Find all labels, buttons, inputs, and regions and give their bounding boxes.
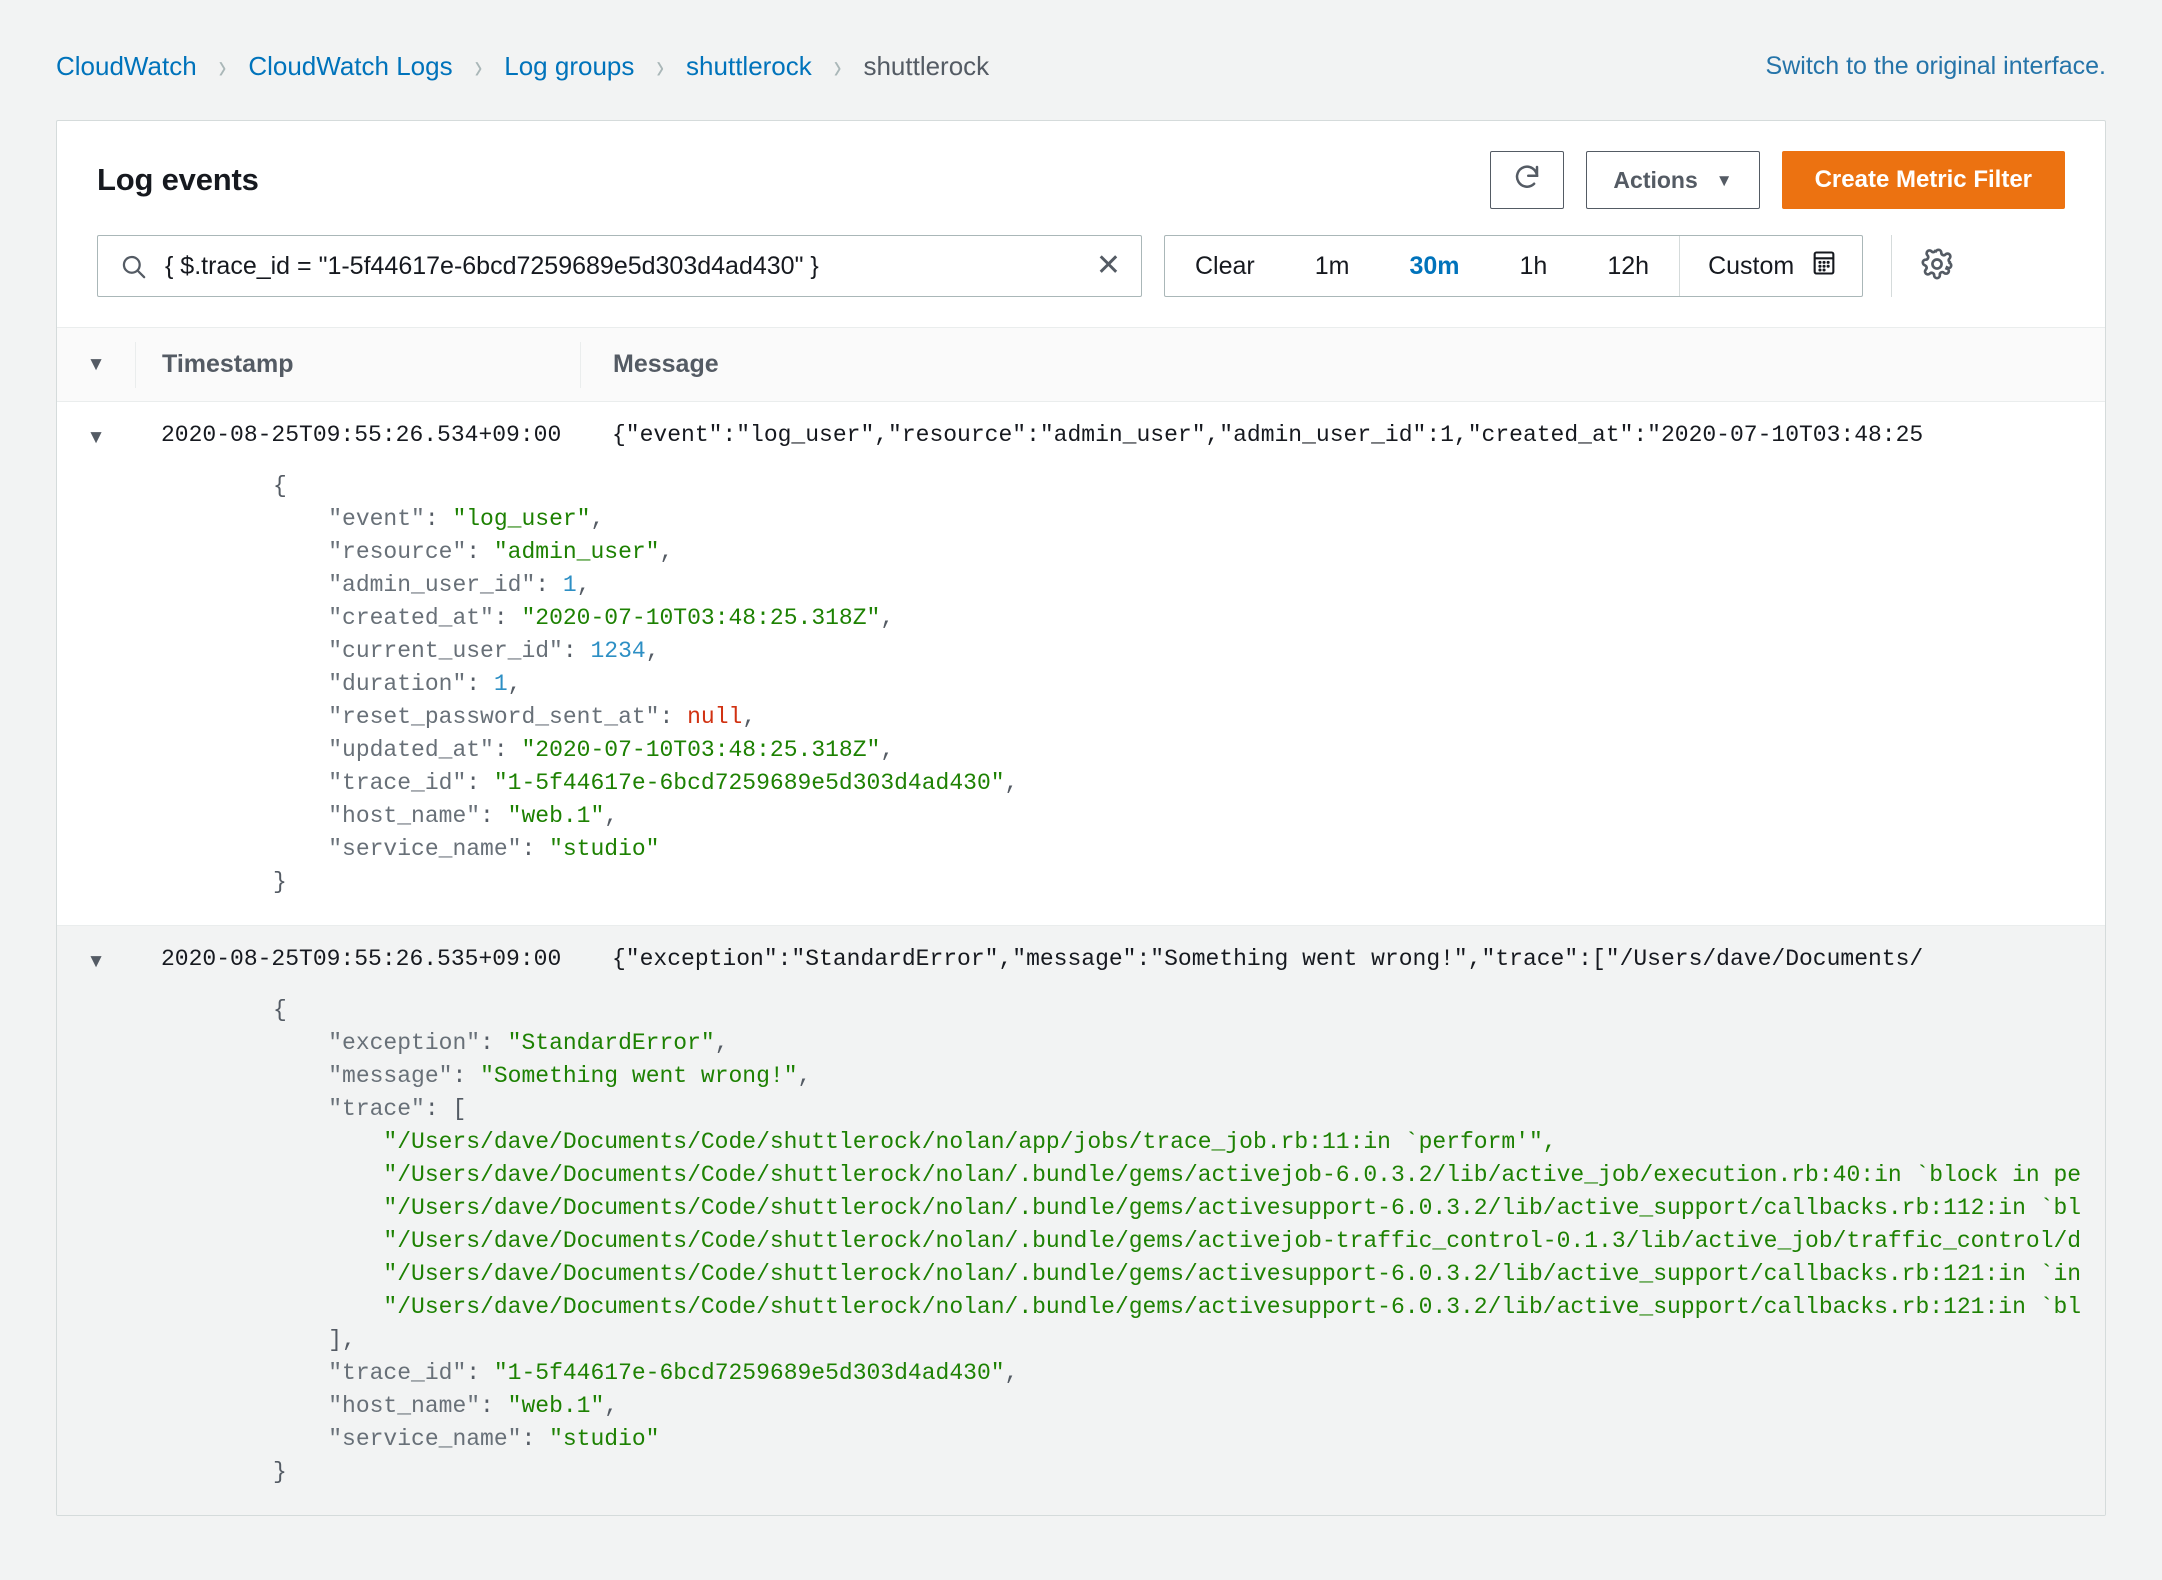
log-event-summary[interactable]: ▼ 2020-08-25T09:55:26.535+09:00 {"except… xyxy=(57,926,2105,972)
message-column-label: Message xyxy=(613,350,719,378)
search-icon xyxy=(120,253,147,280)
json-field-exception: "exception": "StandardError", xyxy=(328,1030,729,1056)
expand-all-toggle[interactable]: ▼ xyxy=(57,355,135,374)
table-row: ▼ 2020-08-25T09:55:26.535+09:00 {"except… xyxy=(57,926,2105,1515)
chevron-down-icon: ▼ xyxy=(86,427,106,448)
page-title: Log events xyxy=(97,162,259,197)
breadcrumb-item-shuttlerock[interactable]: shuttlerock xyxy=(686,51,812,82)
json-field-created_at: "created_at": "2020-07-10T03:48:25.318Z"… xyxy=(328,605,895,631)
json-field-updated_at: "updated_at": "2020-07-10T03:48:25.318Z"… xyxy=(328,737,895,763)
breadcrumb-item-cloudwatch[interactable]: CloudWatch xyxy=(56,51,197,82)
log-event-json-2: { "exception": "StandardError", "message… xyxy=(57,972,2105,1515)
time-range-1m[interactable]: 1m xyxy=(1285,236,1380,296)
calendar-icon xyxy=(1810,249,1838,284)
time-range-custom[interactable]: Custom xyxy=(1679,236,1862,296)
json-field-service_name: "service_name": "studio" xyxy=(328,1426,660,1452)
search-value: { $.trace_id = "1-5f44617e-6bcd7259689e5… xyxy=(165,251,819,280)
log-events-panel: Log events Actions ▼ Create Metric Filte… xyxy=(56,120,2106,1516)
search-input[interactable]: { $.trace_id = "1-5f44617e-6bcd7259689e5… xyxy=(97,235,1142,297)
breadcrumb-item-cloudwatch-logs[interactable]: CloudWatch Logs xyxy=(248,51,452,82)
json-trace-close: ], xyxy=(328,1327,356,1353)
json-trace-line: "/Users/dave/Documents/Code/shuttlerock/… xyxy=(383,1228,2082,1254)
breadcrumb-separator: › xyxy=(656,45,665,85)
log-events-table: ▼ Timestamp Message ▼ 2020-08-25T09:55:2… xyxy=(57,327,2105,1515)
custom-label: Custom xyxy=(1708,251,1795,280)
json-field-reset_password_sent_at: "reset_password_sent_at": null, xyxy=(328,704,757,730)
json-trace-line: "/Users/dave/Documents/Code/shuttlerock/… xyxy=(383,1261,2082,1287)
time-range-1h[interactable]: 1h xyxy=(1490,236,1578,296)
expand-row-toggle[interactable]: ▼ xyxy=(57,422,135,447)
json-field-trace_id: "trace_id": "1-5f44617e-6bcd7259689e5d30… xyxy=(328,1360,1019,1386)
json-field-event: "event": "log_user", xyxy=(328,506,605,532)
breadcrumb: CloudWatch › CloudWatch Logs › Log groups › sh… xyxy=(56,46,990,85)
column-header-message[interactable]: Message xyxy=(580,341,2105,388)
time-range-selector: Clear 1m 30m 1h 12h Custom xyxy=(1164,235,1864,297)
json-field-trace_id: "trace_id": "1-5f44617e-6bcd7259689e5d30… xyxy=(328,770,1019,796)
json-trace-line: "/Users/dave/Documents/Code/shuttlerock/… xyxy=(383,1129,1557,1155)
refresh-button[interactable] xyxy=(1490,151,1565,209)
breadcrumb-separator: › xyxy=(218,45,227,85)
json-field-trace: "trace": [ xyxy=(328,1096,467,1122)
create-metric-filter-button[interactable]: Create Metric Filter xyxy=(1781,151,2065,209)
table-header-row: ▼ Timestamp Message xyxy=(57,328,2105,402)
chevron-down-icon: ▼ xyxy=(86,951,106,972)
json-close-brace: } xyxy=(273,1459,287,1485)
settings-button[interactable] xyxy=(1920,247,1954,286)
expand-row-toggle[interactable]: ▼ xyxy=(57,946,135,971)
json-field-host_name: "host_name": "web.1", xyxy=(328,803,619,829)
time-range-30m[interactable]: 30m xyxy=(1379,236,1489,296)
json-trace-line: "/Users/dave/Documents/Code/shuttlerock/… xyxy=(383,1195,2082,1221)
top-bar: CloudWatch › CloudWatch Logs › Log groups › sh… xyxy=(0,0,2162,92)
breadcrumb-separator: › xyxy=(833,45,842,85)
refresh-icon xyxy=(1512,162,1542,198)
json-field-service_name: "service_name": "studio" xyxy=(328,836,660,862)
clear-search-icon[interactable]: ✕ xyxy=(1086,251,1121,281)
json-close-brace: } xyxy=(273,869,287,895)
json-open-brace: { xyxy=(273,473,287,499)
gear-icon xyxy=(1920,247,1954,286)
toolbar-divider xyxy=(1891,235,1893,297)
column-header-timestamp[interactable]: Timestamp xyxy=(135,341,580,388)
panel-header-actions: Actions ▼ Create Metric Filter xyxy=(1490,151,2065,209)
filter-row: { $.trace_id = "1-5f44617e-6bcd7259689e5… xyxy=(57,235,2105,327)
json-field-admin_user_id: "admin_user_id": 1, xyxy=(328,572,591,598)
breadcrumb-item-log-groups[interactable]: Log groups xyxy=(504,51,634,82)
json-field-current_user_id: "current_user_id": 1234, xyxy=(328,638,660,664)
time-range-12h[interactable]: 12h xyxy=(1577,236,1679,296)
log-event-message: {"exception":"StandardError","message":"… xyxy=(612,946,1924,972)
timestamp-column-label: Timestamp xyxy=(162,350,294,378)
json-trace-line: "/Users/dave/Documents/Code/shuttlerock/… xyxy=(383,1162,2082,1188)
breadcrumb-separator: › xyxy=(474,45,483,85)
json-field-duration: "duration": 1, xyxy=(328,671,522,697)
log-event-timestamp: 2020-08-25T09:55:26.535+09:00 xyxy=(161,946,562,972)
json-field-message: "message": "Something went wrong!", xyxy=(328,1063,812,1089)
json-field-host_name: "host_name": "web.1", xyxy=(328,1393,619,1419)
log-event-timestamp: 2020-08-25T09:55:26.534+09:00 xyxy=(161,422,562,448)
chevron-down-icon: ▼ xyxy=(1715,170,1733,190)
chevron-down-icon: ▼ xyxy=(86,354,106,375)
json-field-resource: "resource": "admin_user", xyxy=(328,539,674,565)
log-event-message: {"event":"log_user","resource":"admin_us… xyxy=(612,422,1924,448)
time-range-clear[interactable]: Clear xyxy=(1165,236,1285,296)
actions-button[interactable]: Actions ▼ xyxy=(1586,151,1760,209)
actions-label: Actions xyxy=(1613,166,1698,193)
panel-header: Log events Actions ▼ Create Metric Filte… xyxy=(57,121,2105,235)
log-event-summary[interactable]: ▼ 2020-08-25T09:55:26.534+09:00 {"event"… xyxy=(57,402,2105,448)
switch-to-original-interface-link[interactable]: Switch to the original interface. xyxy=(1766,52,2106,81)
table-row: ▼ 2020-08-25T09:55:26.534+09:00 {"event"… xyxy=(57,402,2105,926)
breadcrumb-item-shuttlerock: shuttlerock xyxy=(863,50,990,81)
json-open-brace: { xyxy=(273,997,287,1023)
json-trace-line: "/Users/dave/Documents/Code/shuttlerock/… xyxy=(383,1294,2082,1320)
log-event-json-1: { "event": "log_user", "resource": "admi… xyxy=(57,448,2105,925)
